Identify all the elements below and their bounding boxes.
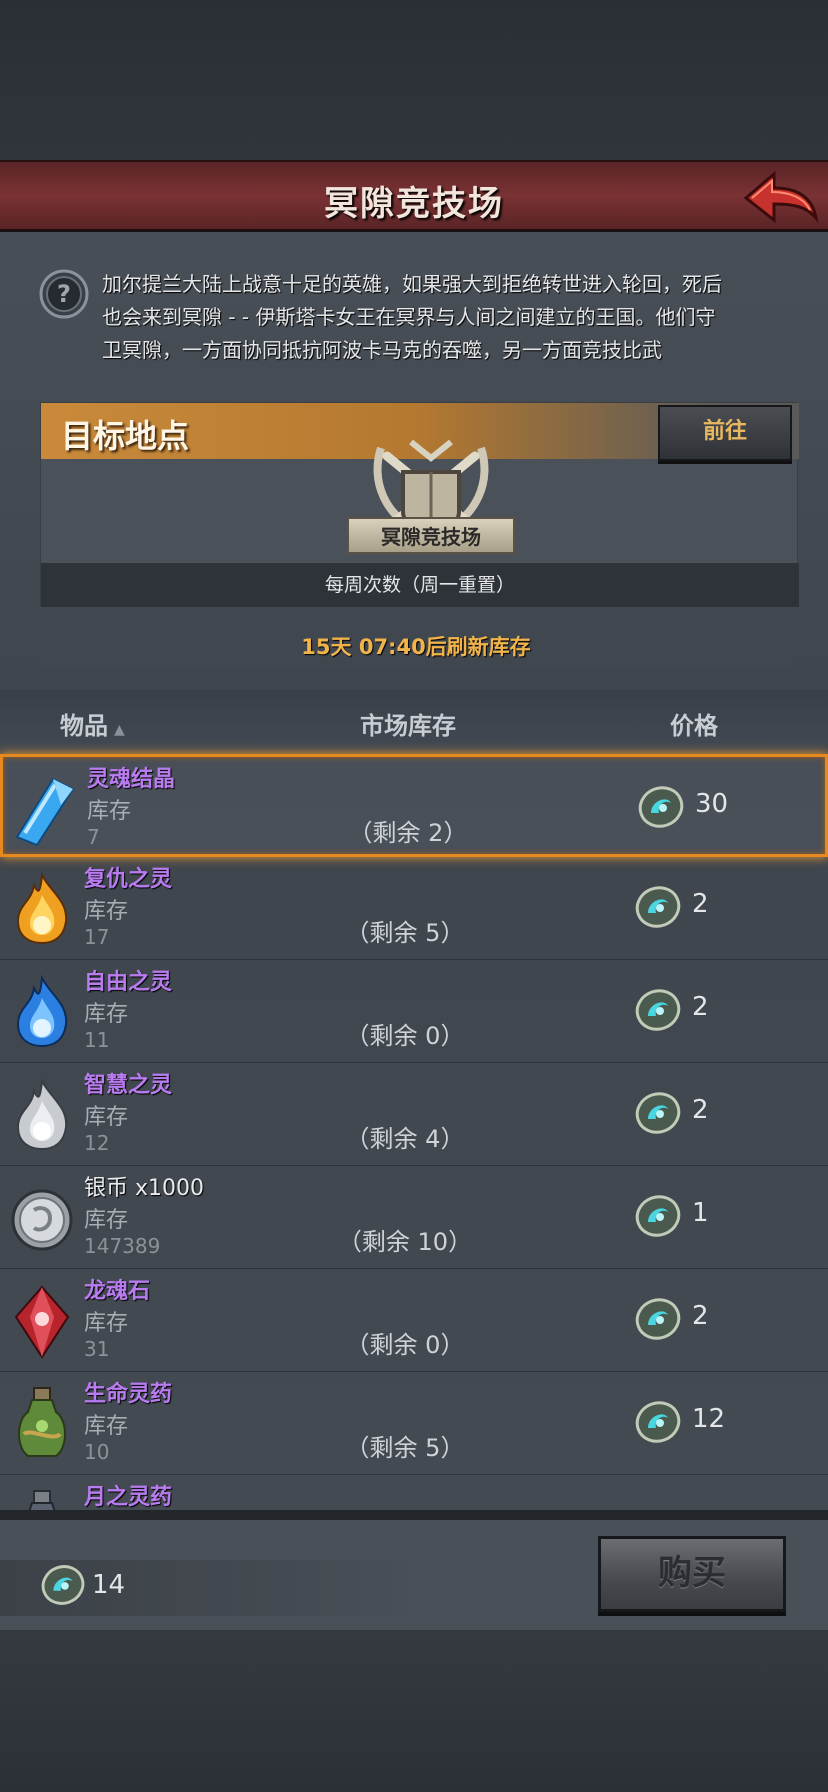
price-value: 2	[692, 889, 709, 919]
item-name: 智慧之灵	[84, 1073, 173, 1098]
stock-label: 库存	[84, 1208, 129, 1233]
refresh-timer: 15天 07:40后刷新库存	[36, 626, 796, 668]
table-row[interactable]: 龙魂石 库存 31 （剩余 0） 2	[0, 1269, 828, 1372]
table-row[interactable]: 月之灵药	[0, 1475, 828, 1510]
arena-token-icon	[635, 1195, 681, 1237]
price-value: 2	[692, 992, 709, 1022]
top-background	[0, 0, 828, 160]
price-value: 1	[692, 1198, 709, 1228]
stock-value: 12	[84, 1131, 110, 1155]
life-elixir-icon	[18, 1387, 66, 1457]
target-location-card: 目标地点 前往 冥隙竞技场 每周次数（周一重置）	[40, 402, 799, 607]
list-divider	[0, 1510, 828, 1520]
remaining-count: （剩余 0）	[345, 1331, 465, 1359]
stock-label: 库存	[87, 799, 132, 824]
table-header: 物品 ▲ 市场库存 价格	[0, 690, 828, 754]
remaining-count: （剩余 10）	[337, 1228, 473, 1256]
table-row[interactable]: 生命灵药 库存 10 （剩余 5） 12	[0, 1372, 828, 1475]
stock-label: 库存	[84, 899, 129, 924]
sort-ascending-icon: ▲	[114, 722, 125, 738]
price-value: 30	[695, 789, 729, 819]
column-header-item-label: 物品	[60, 712, 108, 740]
item-name: 龙魂石	[84, 1279, 151, 1304]
item-name: 自由之灵	[84, 970, 173, 995]
stock-label: 库存	[84, 1002, 129, 1027]
table-row[interactable]: 复仇之灵 库存 17 （剩余 5） 2	[0, 857, 828, 960]
dragon-soul-stone-icon	[14, 1285, 70, 1359]
target-label: 目标地点	[61, 417, 190, 455]
title-bar: 冥隙竞技场	[0, 160, 828, 232]
table-row[interactable]: 银币 x1000 库存 147389 （剩余 10） 1	[0, 1166, 828, 1269]
item-name: 银币 x1000	[84, 1176, 205, 1201]
table-row[interactable]: 智慧之灵 库存 12 （剩余 4） 2	[0, 1063, 828, 1166]
price-value: 2	[692, 1301, 709, 1331]
stock-value: 147389	[84, 1234, 161, 1258]
table-row[interactable]: 灵魂结晶 库存 7 （剩余 2） 30	[0, 754, 828, 857]
remaining-count: （剩余 5）	[345, 1434, 465, 1462]
vengeance-spirit-icon	[16, 871, 68, 945]
remaining-count: （剩余 0）	[345, 1022, 465, 1050]
arena-token-icon	[635, 1401, 681, 1443]
column-header-price[interactable]: 价格	[670, 706, 718, 741]
back-arrow-icon	[743, 170, 819, 224]
soul-crystal-icon	[15, 777, 75, 847]
column-header-stock[interactable]: 市场库存	[360, 706, 456, 741]
freedom-spirit-icon	[16, 974, 68, 1048]
item-name: 灵魂结晶	[87, 767, 176, 792]
remaining-count: （剩余 5）	[345, 919, 465, 947]
price-value: 2	[692, 1095, 709, 1125]
moon-elixir-icon	[28, 1490, 56, 1510]
table-row[interactable]: 自由之灵 库存 11 （剩余 0） 2	[0, 960, 828, 1063]
arena-description: 加尔提兰大陆上战意十足的英雄，如果强大到拒绝转世进入轮回，死后也会来到冥隙 - …	[102, 272, 722, 362]
arena-token-icon	[635, 1092, 681, 1134]
stock-value: 7	[87, 825, 100, 849]
help-icon[interactable]: ?	[38, 268, 90, 320]
svg-text:?: ?	[57, 280, 71, 308]
stock-label: 库存	[84, 1311, 129, 1336]
bottom-background	[0, 1630, 828, 1792]
item-name: 复仇之灵	[84, 867, 173, 892]
arena-token-icon	[41, 1565, 85, 1605]
go-button[interactable]: 前往	[658, 405, 792, 461]
column-header-item[interactable]: 物品 ▲	[60, 706, 125, 741]
stock-value: 31	[84, 1337, 110, 1361]
silver-coin-icon	[11, 1189, 73, 1251]
page-title: 冥隙竞技场	[324, 184, 504, 224]
back-button[interactable]	[740, 168, 820, 228]
item-name: 生命灵药	[84, 1382, 173, 1407]
arena-token-icon	[635, 1298, 681, 1340]
arena-token-icon	[635, 989, 681, 1031]
stock-label: 库存	[84, 1105, 129, 1130]
item-name: 月之灵药	[84, 1485, 173, 1510]
currency-balance: 14	[92, 1570, 126, 1600]
price-value: 12	[692, 1404, 726, 1434]
buy-button[interactable]: 购买	[598, 1536, 786, 1612]
stock-label: 库存	[84, 1414, 129, 1439]
arena-emblem-label: 冥隙竞技场	[347, 517, 515, 554]
remaining-count: （剩余 2）	[348, 819, 468, 847]
stock-value: 11	[84, 1028, 110, 1052]
wisdom-spirit-icon	[16, 1077, 68, 1151]
weekly-count-text: 每周次数（周一重置）	[41, 563, 799, 607]
arena-token-icon	[635, 886, 681, 928]
arena-token-icon	[638, 786, 684, 828]
stock-value: 10	[84, 1440, 110, 1464]
footer-bar: 14 购买	[0, 1520, 828, 1630]
stock-value: 17	[84, 925, 110, 949]
remaining-count: （剩余 4）	[345, 1125, 465, 1153]
